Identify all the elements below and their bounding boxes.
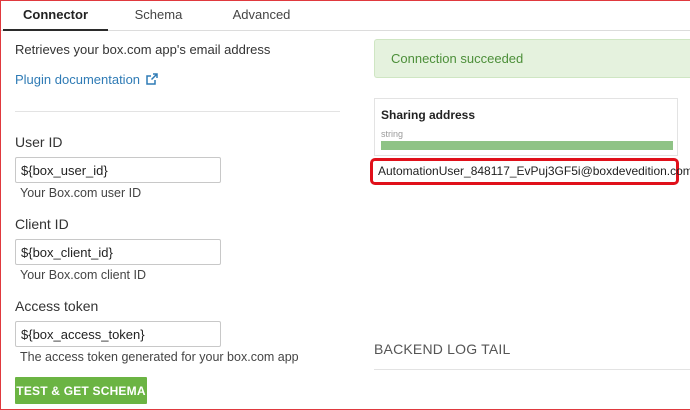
user-id-help: Your Box.com user ID	[20, 186, 142, 200]
tab-bar: Connector Schema Advanced	[1, 1, 690, 31]
connector-description: Retrieves your box.com app's email addre…	[15, 42, 271, 57]
plugin-documentation-link[interactable]: Plugin documentation	[15, 72, 158, 87]
section-divider	[15, 111, 340, 112]
column-fill-bar	[381, 141, 673, 150]
connection-status-alert: Connection succeeded	[374, 39, 690, 78]
plugin-documentation-label: Plugin documentation	[15, 72, 141, 87]
access-token-help: The access token generated for your box.…	[20, 350, 299, 364]
user-id-input[interactable]	[15, 157, 221, 183]
result-value-highlight: AutomationUser_848117_EvPuj3GF5i@boxdeve…	[370, 158, 690, 185]
client-id-label: Client ID	[15, 216, 69, 232]
tab-advanced[interactable]: Advanced	[219, 1, 304, 31]
access-token-label: Access token	[15, 298, 99, 314]
log-divider	[374, 369, 690, 370]
access-token-input[interactable]	[15, 321, 221, 347]
user-id-label: User ID	[15, 134, 63, 150]
client-id-input[interactable]	[15, 239, 221, 265]
column-type: string	[381, 129, 404, 139]
tab-connector[interactable]: Connector	[3, 1, 108, 31]
column-name: Sharing address	[381, 108, 476, 122]
external-link-icon	[145, 73, 158, 85]
schema-column-card: Sharing address string	[374, 98, 678, 156]
backend-log-title: BACKEND LOG TAIL	[374, 341, 511, 357]
tab-schema[interactable]: Schema	[111, 1, 206, 31]
client-id-help: Your Box.com client ID	[20, 268, 146, 282]
test-get-schema-button[interactable]: TEST & GET SCHEMA	[15, 377, 147, 404]
